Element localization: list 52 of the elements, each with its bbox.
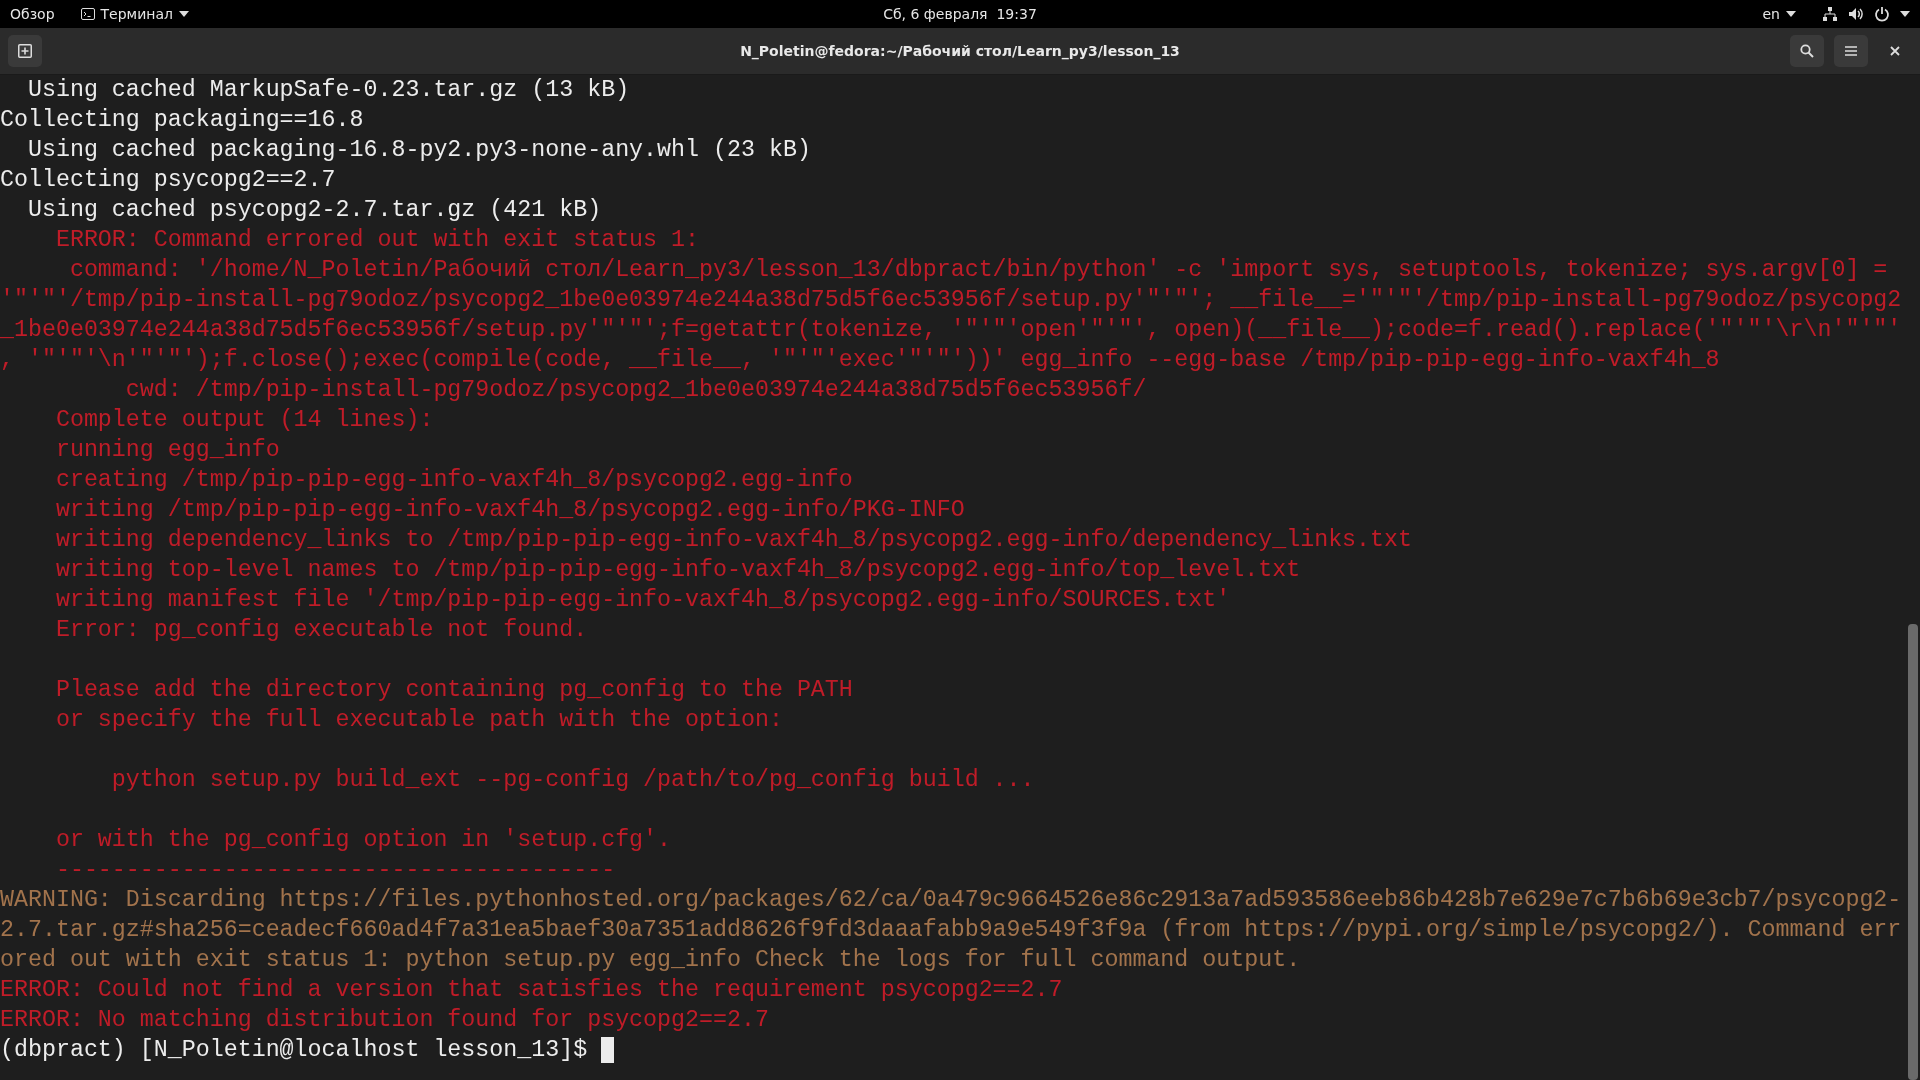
- shell-prompt: (dbpract) [N_Poletin@localhost lesson_13]$: [0, 1036, 589, 1065]
- error-line: python setup.py build_ext --pg-config /path/to/pg_config build ...: [110, 766, 1035, 795]
- error-line: creating /tmp/pip-pip-egg-info-vaxf4h_8/psycopg2.egg-info: [54, 466, 853, 495]
- error-line: '"'"'/tmp/pip-install-pg79odoz/psycopg2_1be0e03974e244a38d75d5f6ec53956f/setup.py'"'"'; __file__='"'"'/tmp/pip-install-pg79odoz/psycopg2: [0, 286, 1902, 315]
- error-line: cwd: /tmp/pip-install-pg79odoz/psycopg2_1be0e03974e244a38d75d5f6ec53956f/: [124, 376, 1147, 405]
- error-line: writing /tmp/pip-pip-egg-info-vaxf4h_8/psycopg2.egg-info/PKG-INFO: [54, 496, 965, 525]
- search-button[interactable]: [1790, 35, 1824, 67]
- window-title: N_Poletin@fedora:~/Рабочий стол/Learn_py3/lesson_13: [740, 43, 1180, 59]
- volume-icon: [1848, 6, 1864, 22]
- plus-square-icon: [18, 44, 32, 58]
- error-line: _1be0e03974e244a38d75d5f6ec53956f/setup.py'"'"';f=getattr(tokenize, '"'"'open'"'"', open)(__file__);code=f.read().replace('"'"'\r\n'"'"': [0, 316, 1902, 345]
- error-line: ERROR: Command errored out with exit status 1:: [54, 226, 700, 255]
- error-line: ERROR: Could not find a version that satisfies the requirement psycopg2==2.7: [0, 976, 1063, 1005]
- menu-button[interactable]: [1834, 35, 1868, 67]
- error-line: ERROR: No matching distribution found for psycopg2==2.7: [0, 1006, 769, 1035]
- activities-button[interactable]: Обзор: [10, 6, 55, 22]
- power-icon: [1874, 6, 1890, 22]
- error-line: , '"'"'\n'"'"');f.close();exec(compile(code, __file__, '"'"'exec'"'"'))' egg_info --egg-base /tmp/pip-pip-egg-info-vaxf4h_8: [0, 346, 1720, 375]
- close-icon: [1890, 46, 1900, 56]
- warning-line: WARNING: Discarding https://files.pythonhosted.org/packages/62/ca/0a479c9664526e86c2913a7ad593586eeb86b428b7e629e7c7b6b69e3cb7/psycopg2-: [0, 886, 1902, 915]
- error-line: writing manifest file '/tmp/pip-pip-egg-info-vaxf4h_8/psycopg2.egg-info/SOURCES.txt': [54, 586, 1231, 615]
- app-menu[interactable]: Терминал: [80, 6, 189, 22]
- caret-icon: [1900, 11, 1910, 17]
- new-tab-button[interactable]: [8, 35, 42, 67]
- error-line: Error: pg_config executable not found.: [54, 616, 588, 645]
- error-line: running egg_info: [54, 436, 280, 465]
- network-icon: [1822, 6, 1838, 22]
- menu-icon: [1845, 46, 1857, 56]
- text-cursor: [601, 1037, 615, 1063]
- scrollbar-thumb[interactable]: [1908, 624, 1918, 1080]
- error-line: command: '/home/N_Poletin/Рабочий стол/Learn_py3/lesson_13/dbpract/bin/python' -c 'import sys, setuptools, tokenize; sys.argv[0] =: [68, 256, 1888, 285]
- terminal-icon: [80, 8, 95, 20]
- error-line: writing top-level names to /tmp/pip-pip-egg-info-vaxf4h_8/psycopg2.egg-info/top_level.txt: [54, 556, 1301, 585]
- system-menu[interactable]: [1822, 6, 1910, 22]
- output-line: Collecting psycopg2==2.7: [0, 166, 336, 195]
- clock[interactable]: Сб, 6 февраля 19:37: [883, 6, 1037, 22]
- output-line: Using cached packaging-16.8-py2.py3-none-any.whl (23 kB): [26, 136, 811, 165]
- keyboard-layout-menu[interactable]: en: [1762, 6, 1796, 22]
- caret-icon: [178, 11, 189, 17]
- error-line: or specify the full executable path with the option:: [54, 706, 783, 735]
- error-line: ----------------------------------------: [54, 856, 616, 885]
- error-line: Please add the directory containing pg_config to the PATH: [54, 676, 853, 705]
- warning-line: 2.7.tar.gz#sha256=ceadecf660ad4f7a31ea5baef30a7351add8626f9fd3daaafabb9a9e549f3f9a (from https://pypi.org/simple/psycopg2/). Command err: [0, 916, 1902, 945]
- search-icon: [1800, 44, 1814, 58]
- output-line: Collecting packaging==16.8: [0, 106, 364, 135]
- error-line: Complete output (14 lines):: [54, 406, 434, 435]
- output-line: Using cached MarkupSafe-0.23.tar.gz (13 kB): [26, 76, 630, 105]
- warning-line: ored out with exit status 1: python setup.py egg_info Check the logs for full command output.: [0, 946, 1301, 975]
- error-line: writing dependency_links to /tmp/pip-pip-egg-info-vaxf4h_8/psycopg2.egg-info/dependency_links.txt: [54, 526, 1413, 555]
- error-line: or with the pg_config option in 'setup.cfg'.: [54, 826, 672, 855]
- output-line: Using cached psycopg2-2.7.tar.gz (421 kB): [26, 196, 602, 225]
- caret-icon: [1786, 11, 1796, 17]
